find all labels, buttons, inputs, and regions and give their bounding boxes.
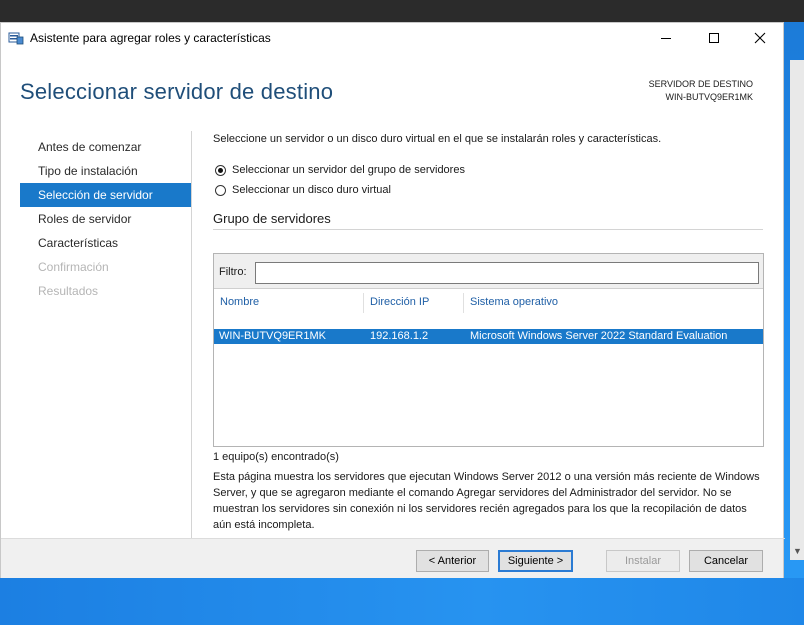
destination-server-value: WIN-BUTVQ9ER1MK: [665, 92, 753, 102]
column-divider[interactable]: [463, 293, 464, 313]
radio-server-pool[interactable]: Seleccionar un servidor del grupo de ser…: [215, 164, 465, 176]
desktop-top-bar: [0, 0, 804, 22]
previous-button[interactable]: < Anterior: [416, 550, 489, 572]
maximize-button[interactable]: [691, 23, 737, 53]
nav-item-confirmation: Confirmación: [38, 260, 109, 274]
close-button[interactable]: [737, 23, 783, 53]
radio-virtual-disk[interactable]: Seleccionar un disco duro virtual: [215, 184, 391, 196]
column-header-os[interactable]: Sistema operativo: [470, 296, 558, 308]
radio-button-unchecked[interactable]: [215, 184, 226, 196]
nav-item-results: Resultados: [38, 284, 99, 298]
title-bar[interactable]: Asistente para agregar roles y caracterí…: [1, 23, 783, 53]
column-header-ip[interactable]: Dirección IP: [370, 296, 429, 308]
intro-text: Seleccione un servidor o un disco duro v…: [213, 133, 662, 145]
column-divider[interactable]: [363, 293, 364, 313]
description-text: Esta página muestra los servidores que e…: [213, 471, 760, 531]
filter-label: Filtro:: [219, 266, 247, 278]
window-title: Asistente para agregar roles y caracterí…: [30, 31, 271, 45]
result-count: 1 equipo(s) encontrado(s): [213, 451, 339, 463]
background-scrollbar[interactable]: ▼: [790, 60, 804, 560]
server-pool-panel: Filtro: Nombre Dirección IP Sistema oper…: [213, 253, 764, 447]
radio-button-checked[interactable]: [215, 164, 226, 176]
heading-divider: [213, 229, 763, 230]
nav-item-features[interactable]: Características: [20, 231, 191, 255]
server-table: Nombre Dirección IP Sistema operativo WI…: [214, 288, 763, 446]
cell-ip-address: 192.168.1.2: [370, 330, 429, 342]
next-button[interactable]: Siguiente >: [498, 550, 573, 572]
wizard-footer: < Anterior Siguiente > Instalar Cancelar: [1, 539, 783, 578]
install-button: Instalar: [606, 550, 680, 572]
destination-server-label: SERVIDOR DE DESTINO: [648, 79, 753, 89]
table-row[interactable]: WIN-BUTVQ9ER1MK 192.168.1.2 Microsoft Wi…: [214, 329, 763, 344]
wizard-steps-nav: Antes de comenzar Tipo de instalación Se…: [20, 135, 191, 303]
cancel-button[interactable]: Cancelar: [689, 550, 763, 572]
desktop-background-bottom: [0, 578, 804, 625]
radio-virtual-disk-label: Seleccionar un disco duro virtual: [232, 184, 391, 196]
maximize-icon: [709, 33, 719, 43]
nav-item-server-roles[interactable]: Roles de servidor: [20, 207, 191, 231]
minimize-icon: [661, 37, 671, 39]
filter-bar: Filtro:: [214, 254, 763, 288]
radio-server-pool-label: Seleccionar un servidor del grupo de ser…: [232, 164, 465, 176]
nav-item-server-selection[interactable]: Selección de servidor: [20, 183, 191, 207]
cell-server-name: WIN-BUTVQ9ER1MK: [219, 330, 326, 342]
close-icon: [754, 32, 766, 44]
cell-operating-system: Microsoft Windows Server 2022 Standard E…: [470, 330, 728, 342]
wizard-window: Asistente para agregar roles y caracterí…: [0, 22, 785, 578]
nav-item-before-you-begin[interactable]: Antes de comenzar: [20, 135, 191, 159]
nav-item-installation-type[interactable]: Tipo de instalación: [20, 159, 191, 183]
server-manager-icon: [8, 32, 24, 45]
table-header: Nombre Dirección IP Sistema operativo: [214, 289, 763, 315]
filter-input[interactable]: [255, 262, 759, 284]
nav-divider: [191, 131, 192, 539]
server-pool-heading: Grupo de servidores: [213, 211, 331, 226]
page-title: Seleccionar servidor de destino: [20, 79, 334, 104]
destination-server-info: SERVIDOR DE DESTINO WIN-BUTVQ9ER1MK: [649, 78, 753, 104]
column-header-name[interactable]: Nombre: [220, 296, 259, 308]
minimize-button[interactable]: [643, 23, 689, 53]
